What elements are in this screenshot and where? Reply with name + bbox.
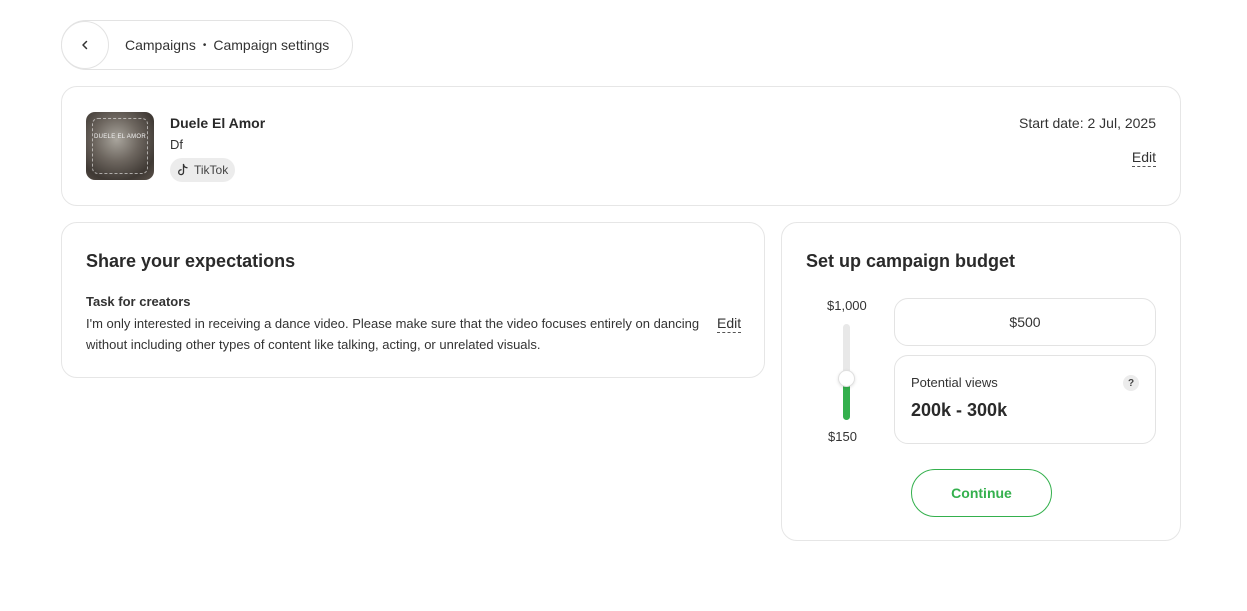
breadcrumb: Campaigns • Campaign settings [61,20,353,70]
back-button[interactable] [61,21,109,69]
platform-label: TikTok [194,163,229,177]
campaign-subtitle: Df [170,137,183,152]
edit-task-button[interactable]: Edit [717,315,742,333]
chevron-left-icon [82,40,88,50]
breadcrumb-item-campaigns[interactable]: Campaigns [125,37,196,53]
start-date: Start date: 2 Jul, 2025 [1019,115,1156,131]
continue-button[interactable]: Continue [911,469,1052,517]
campaign-title: Duele El Amor [170,115,266,131]
budget-card: Set up campaign budget $1,000 $150 $500 … [781,222,1181,541]
edit-campaign-button[interactable]: Edit [1131,149,1156,167]
cover-text: DUELE EL AMOR [93,134,147,140]
task-label: Task for creators [86,294,191,309]
slider-min-label: $150 [828,429,857,444]
campaign-cover-image: DUELE EL AMOR [86,112,154,180]
tiktok-icon [178,163,188,176]
breadcrumb-item-campaign-settings: Campaign settings [213,37,330,53]
slider-max-label: $1,000 [827,298,867,313]
platform-badge: TikTok [170,158,236,182]
slider-thumb[interactable] [838,370,855,388]
expectations-card: Share your expectations Task for creator… [61,222,765,378]
potential-views-box: Potential views ? 200k - 300k [894,355,1156,444]
budget-amount-input[interactable]: $500 [894,298,1156,346]
expectations-title: Share your expectations [86,251,296,271]
budget-title: Set up campaign budget [806,251,1016,271]
help-icon[interactable]: ? [1123,375,1139,391]
campaign-summary-card: DUELE EL AMOR Duele El Amor Df TikTok St… [61,86,1181,206]
breadcrumb-separator: • [202,39,207,51]
task-text: I'm only interested in receiving a dance… [86,316,700,352]
potential-views-label: Potential views [911,375,998,390]
budget-slider[interactable] [838,324,855,420]
potential-views-value: 200k - 300k [911,400,1008,420]
